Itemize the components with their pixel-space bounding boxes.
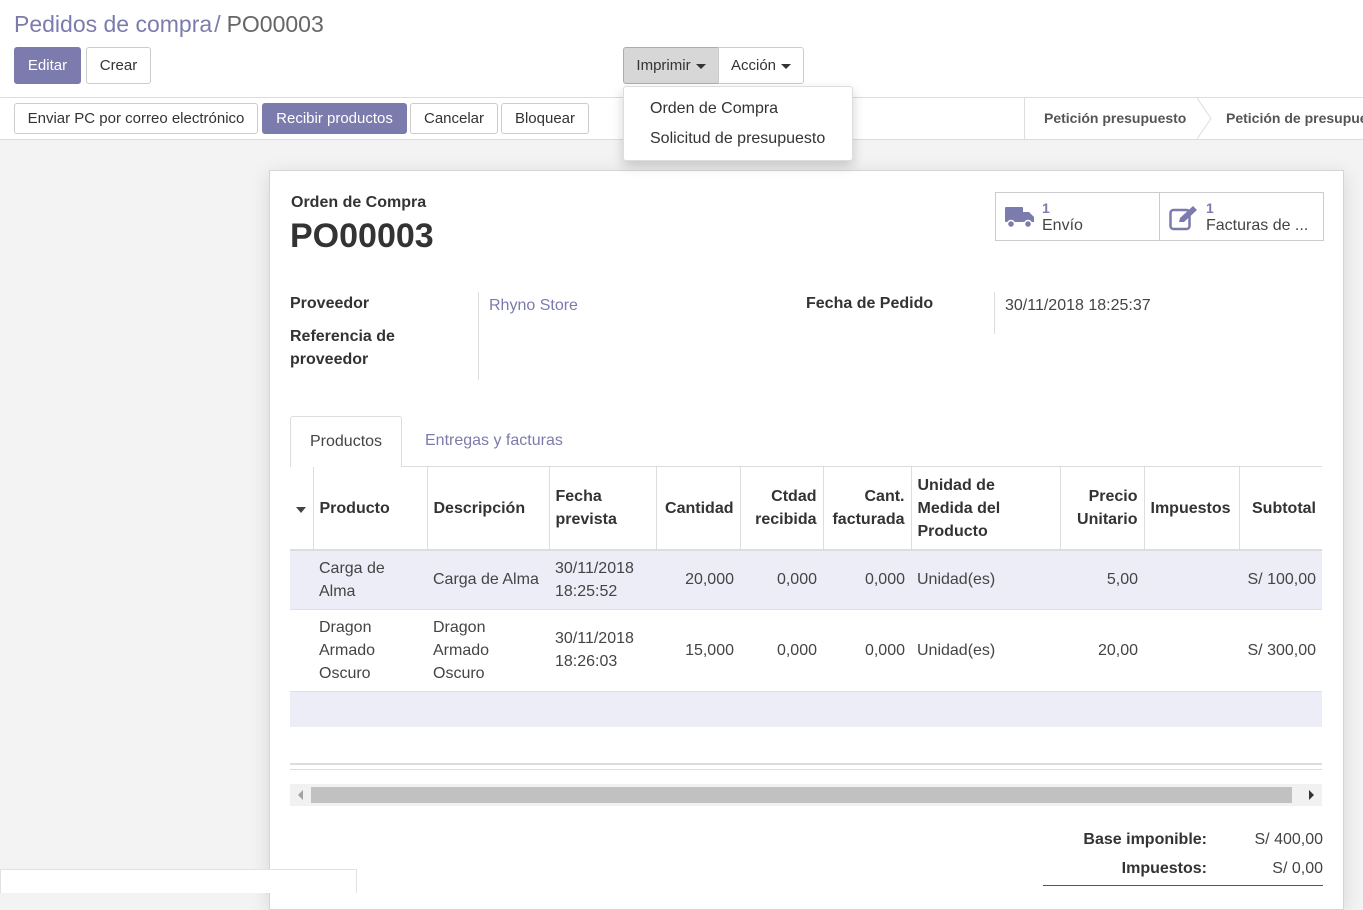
cell-subtotal: S/ 300,00 xyxy=(1239,609,1322,692)
cell-product: Carga de Alma xyxy=(313,550,427,610)
caret-down-icon xyxy=(781,63,792,69)
chatter-strip xyxy=(0,869,357,893)
notebook-tabs: Productos Entregas y facturas xyxy=(290,416,1322,468)
field-divider xyxy=(994,292,995,334)
scrollbar-thumb[interactable] xyxy=(311,787,1292,803)
order-date-label: Fecha de Pedido xyxy=(806,295,934,312)
action-dropdown-button[interactable]: Acción xyxy=(718,47,804,84)
column-header-taxes[interactable]: Impuestos xyxy=(1144,467,1240,551)
print-dropdown-button[interactable]: Imprimir xyxy=(623,47,719,84)
cell-subtotal: S/ 100,00 xyxy=(1239,550,1322,610)
cell-uom: Unidad(es) xyxy=(911,550,1060,610)
order-date-value: 30/11/2018 18:25:37 xyxy=(1005,297,1151,314)
column-header-uom[interactable]: Unidad de Medida del Producto xyxy=(911,467,1061,551)
column-header-product[interactable]: Producto xyxy=(313,467,428,551)
column-header-billed-qty[interactable]: Cant. facturada xyxy=(823,467,912,551)
empty-row-cell xyxy=(290,691,1322,727)
pencil-square-icon xyxy=(1169,205,1199,235)
receive-products-button[interactable]: Recibir productos xyxy=(262,103,407,134)
cell-unit-price: 5,00 xyxy=(1060,550,1144,610)
cell-billed-qty: 0,000 xyxy=(823,609,911,692)
breadcrumb-parent-link[interactable]: Pedidos de compra xyxy=(14,11,212,37)
form-sheet: Orden de Compra PO00003 1 Envío 1 Factur… xyxy=(269,170,1344,910)
bills-label: Facturas de ... xyxy=(1206,217,1309,234)
breadcrumb-separator: / xyxy=(214,11,221,37)
edit-button[interactable]: Editar xyxy=(14,47,81,84)
scroll-right-arrow-icon[interactable] xyxy=(1309,790,1314,800)
vendor-reference-label: Referencia de proveedor xyxy=(290,328,395,368)
cell-quantity: 15,000 xyxy=(656,609,740,692)
untaxed-amount-label: Base imponible: xyxy=(1083,831,1207,848)
untaxed-amount-value: S/ 400,00 xyxy=(1254,831,1324,848)
cell-taxes xyxy=(1144,550,1239,610)
status-stages: Petición presupuesto Petición de presupu… xyxy=(1024,98,1363,139)
horizontal-scrollbar[interactable] xyxy=(290,784,1322,806)
taxes-label: Impuestos: xyxy=(1121,860,1207,877)
column-header-received-qty[interactable]: Ctdad recibida xyxy=(740,467,824,551)
document-type-label: Orden de Compra xyxy=(291,194,427,211)
cell-uom: Unidad(es) xyxy=(911,609,1060,692)
vendor-label: Proveedor xyxy=(290,295,370,312)
table-row[interactable]: Dragon Armado Oscuro Dragon Armado Oscur… xyxy=(290,609,1322,692)
cell-description: Dragon Armado Oscuro xyxy=(427,609,549,692)
cell-received-qty: 0,000 xyxy=(740,550,823,610)
cell-taxes xyxy=(1144,609,1239,692)
create-button[interactable]: Crear xyxy=(86,47,151,84)
caret-down-icon xyxy=(695,63,706,69)
shipment-smart-button[interactable]: 1 Envío xyxy=(995,192,1160,241)
row-handle xyxy=(290,550,313,610)
sort-handle[interactable] xyxy=(290,467,314,551)
breadcrumb-current: PO00003 xyxy=(226,11,324,37)
column-header-scheduled-date[interactable]: Fecha prevista xyxy=(549,467,657,551)
lock-button[interactable]: Bloquear xyxy=(501,103,589,134)
table-header-row: Producto Descripción Fecha prevista Cant… xyxy=(290,467,1322,551)
document-name: PO00003 xyxy=(290,217,434,255)
column-header-quantity[interactable]: Cantidad xyxy=(656,467,741,551)
table-row[interactable]: Carga de Alma Carga de Alma 30/11/2018 1… xyxy=(290,550,1322,610)
stage-rfq-sent[interactable]: Petición de presupue xyxy=(1226,98,1363,139)
cell-scheduled-date: 30/11/2018 18:25:52 xyxy=(549,550,656,610)
taxes-value: S/ 0,00 xyxy=(1272,860,1323,877)
action-label: Acción xyxy=(730,57,777,74)
column-header-description[interactable]: Descripción xyxy=(427,467,550,551)
breadcrumb: Pedidos de compra/PO00003 xyxy=(14,11,324,38)
shipment-label: Envío xyxy=(1042,217,1083,234)
tab-products[interactable]: Productos xyxy=(290,416,403,468)
stage-rfq[interactable]: Petición presupuesto xyxy=(1044,98,1186,139)
caret-down-icon xyxy=(296,506,307,513)
empty-table-row xyxy=(290,691,1322,727)
cell-billed-qty: 0,000 xyxy=(823,550,911,610)
cell-quantity: 20,000 xyxy=(656,550,740,610)
row-handle xyxy=(290,609,313,692)
cell-description: Carga de Alma xyxy=(427,550,549,610)
cell-scheduled-date: 30/11/2018 18:26:03 xyxy=(549,609,656,692)
control-panel: Pedidos de compra/PO00003 Editar Crear I… xyxy=(0,0,1363,98)
cell-product: Dragon Armado Oscuro xyxy=(313,609,427,692)
column-header-subtotal[interactable]: Subtotal xyxy=(1239,467,1322,551)
order-lines-table: Producto Descripción Fecha prevista Cant… xyxy=(290,467,1322,727)
truck-icon xyxy=(1005,205,1035,233)
cancel-button[interactable]: Cancelar xyxy=(410,103,498,134)
cell-received-qty: 0,000 xyxy=(740,609,823,692)
column-header-unit-price[interactable]: Precio Unitario xyxy=(1060,467,1145,551)
send-email-button[interactable]: Enviar PC por correo electrónico xyxy=(14,103,258,134)
shipment-count: 1 xyxy=(1042,200,1050,216)
print-dropdown-menu: Orden de Compra Solicitud de presupuesto xyxy=(623,86,853,161)
vendor-link[interactable]: Rhyno Store xyxy=(489,297,578,315)
table-footer-divider xyxy=(290,763,1322,770)
totals-divider xyxy=(1043,885,1323,886)
tab-deliveries-invoices[interactable]: Entregas y facturas xyxy=(406,416,582,468)
print-menu-item-rfq[interactable]: Solicitud de presupuesto xyxy=(650,130,825,148)
cell-unit-price: 20,00 xyxy=(1060,609,1144,692)
print-menu-item-purchase-order[interactable]: Orden de Compra xyxy=(650,100,778,118)
scroll-left-arrow-icon[interactable] xyxy=(298,790,303,800)
vendor-bills-smart-button[interactable]: 1 Facturas de ... xyxy=(1159,192,1324,241)
bills-count: 1 xyxy=(1206,200,1214,216)
field-divider xyxy=(478,292,479,380)
print-label: Imprimir xyxy=(636,57,691,74)
